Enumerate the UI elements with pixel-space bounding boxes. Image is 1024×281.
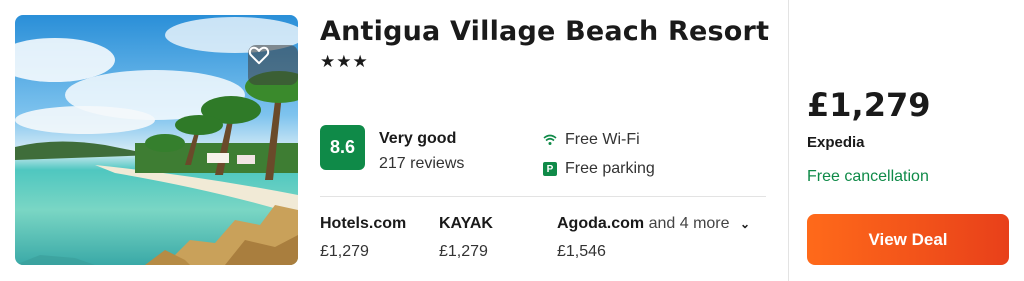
rating-label: Very good [379, 130, 457, 147]
chevron-down-icon[interactable]: ⌄ [740, 217, 750, 231]
review-count[interactable]: 217 reviews [379, 155, 464, 173]
amenity-parking: P Free parking [543, 160, 655, 178]
vertical-divider [788, 0, 789, 281]
provider-price[interactable]: £1,546 [557, 243, 606, 261]
free-cancellation: Free cancellation [807, 168, 929, 185]
hotel-photo[interactable] [15, 15, 298, 265]
provider-name[interactable]: Agoda.com [557, 215, 644, 232]
provider-name[interactable]: Hotels.com [320, 215, 406, 233]
hotel-name[interactable]: Antigua Village Beach Resort [320, 16, 769, 47]
provider-price[interactable]: £1,279 [439, 243, 488, 261]
amenity-wifi: Free Wi-Fi [543, 131, 640, 149]
hotel-result-card[interactable]: Antigua Village Beach Resort ★★★ 8.6 Ver… [0, 0, 1024, 281]
provider-price[interactable]: £1,279 [320, 243, 369, 261]
view-deal-button[interactable]: View Deal [807, 214, 1009, 265]
provider-name[interactable]: KAYAK [439, 215, 493, 233]
star-rating: ★★★ [320, 52, 369, 71]
wifi-icon [543, 133, 557, 147]
best-price-provider: Expedia [807, 134, 865, 151]
best-price: £1,279 [807, 86, 931, 124]
provider-name-with-more[interactable]: Agoda.com and 4 more ⌄ [557, 215, 750, 233]
amenity-label: Free parking [565, 160, 655, 177]
more-providers-link[interactable]: and 4 more [649, 215, 730, 232]
review-score-badge: 8.6 [320, 125, 365, 170]
divider [320, 196, 766, 197]
amenity-label: Free Wi-Fi [565, 131, 640, 148]
parking-icon: P [543, 162, 557, 176]
favorite-button[interactable] [248, 45, 298, 85]
heart-outline-icon [248, 46, 270, 65]
